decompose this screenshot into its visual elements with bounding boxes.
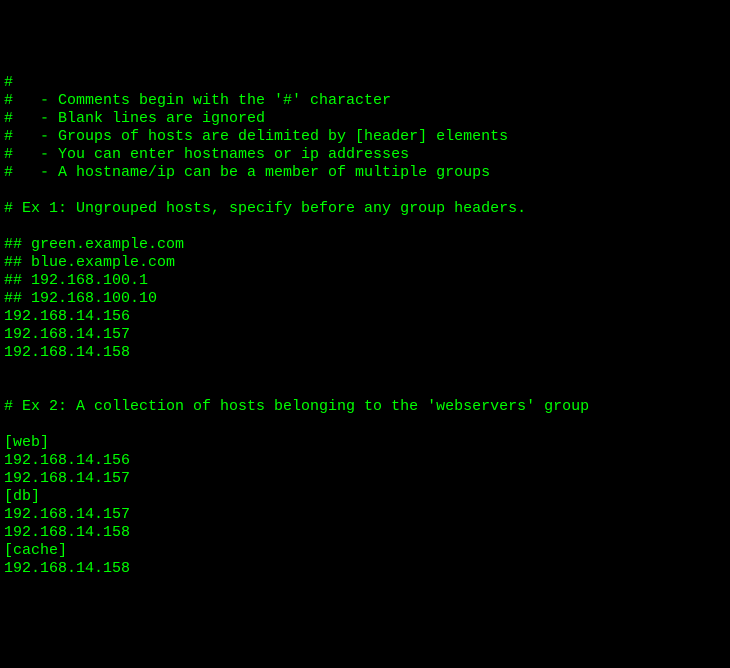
config-line: 192.168.14.158 — [4, 560, 726, 578]
config-line — [4, 362, 726, 380]
config-line: ## blue.example.com — [4, 254, 726, 272]
config-line — [4, 416, 726, 434]
config-line: 192.168.14.157 — [4, 326, 726, 344]
config-line — [4, 218, 726, 236]
config-line: # — [4, 74, 726, 92]
config-line: 192.168.14.158 — [4, 524, 726, 542]
config-line: # Ex 1: Ungrouped hosts, specify before … — [4, 200, 726, 218]
config-line: 192.168.14.157 — [4, 470, 726, 488]
config-line: # - A hostname/ip can be a member of mul… — [4, 164, 726, 182]
config-line: [cache] — [4, 542, 726, 560]
config-line: 192.168.14.156 — [4, 452, 726, 470]
config-line: ## green.example.com — [4, 236, 726, 254]
config-line: [web] — [4, 434, 726, 452]
config-line: 192.168.14.156 — [4, 308, 726, 326]
config-line — [4, 182, 726, 200]
config-line: # - You can enter hostnames or ip addres… — [4, 146, 726, 164]
config-line: ## 192.168.100.1 — [4, 272, 726, 290]
config-line: 192.168.14.157 — [4, 506, 726, 524]
config-line: # - Groups of hosts are delimited by [he… — [4, 128, 726, 146]
config-line — [4, 380, 726, 398]
config-line: 192.168.14.158 — [4, 344, 726, 362]
config-line: # Ex 2: A collection of hosts belonging … — [4, 398, 726, 416]
config-line: # - Blank lines are ignored — [4, 110, 726, 128]
terminal-content[interactable]: ## - Comments begin with the '#' charact… — [4, 74, 726, 578]
config-line: # - Comments begin with the '#' characte… — [4, 92, 726, 110]
config-line: [db] — [4, 488, 726, 506]
config-line: ## 192.168.100.10 — [4, 290, 726, 308]
